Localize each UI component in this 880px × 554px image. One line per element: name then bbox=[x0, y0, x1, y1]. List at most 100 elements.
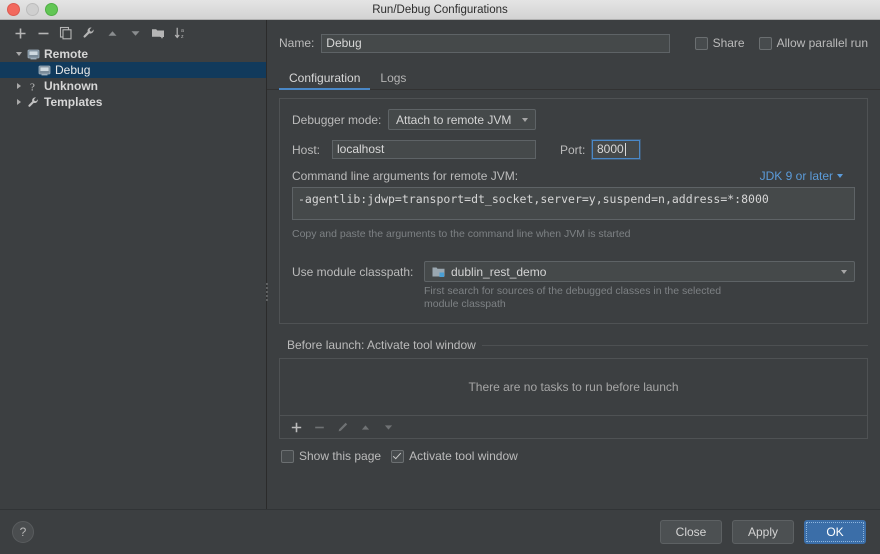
name-input[interactable]: Debug bbox=[321, 33, 670, 53]
panel-splitter-handle[interactable] bbox=[264, 283, 269, 301]
expand-toggle-remote[interactable] bbox=[12, 52, 25, 56]
debugger-mode-dropdown[interactable]: Attach to remote JVM bbox=[388, 109, 536, 130]
tree-item-remote[interactable]: Remote bbox=[0, 46, 266, 62]
remote-jvm-icon bbox=[36, 64, 52, 77]
configuration-panel: Name: Debug Share Allow parallel run Con… bbox=[267, 20, 880, 509]
debugger-mode-value: Attach to remote JVM bbox=[396, 112, 512, 127]
before-launch-options: Show this page Activate tool window bbox=[281, 449, 868, 463]
activate-tool-window-label: Activate tool window bbox=[409, 449, 518, 463]
share-checkbox[interactable]: Share bbox=[694, 36, 745, 50]
svg-text:z: z bbox=[181, 34, 184, 40]
chevron-down-icon bbox=[837, 174, 843, 178]
name-row: Name: Debug Share Allow parallel run bbox=[267, 20, 880, 56]
new-folder-icon[interactable] bbox=[148, 24, 168, 43]
show-this-page-checkbox-box[interactable] bbox=[281, 449, 294, 463]
close-button[interactable]: Close bbox=[660, 520, 722, 544]
tree-item-templates[interactable]: Templates bbox=[0, 94, 266, 110]
svg-text:?: ? bbox=[30, 81, 35, 93]
ok-button[interactable]: OK bbox=[804, 520, 866, 544]
allow-parallel-run-checkbox-box[interactable] bbox=[758, 36, 772, 50]
edit-templates-wrench-icon[interactable] bbox=[79, 24, 99, 43]
chevron-down-icon bbox=[841, 269, 847, 274]
apply-button[interactable]: Apply bbox=[732, 520, 794, 544]
tab-logs[interactable]: Logs bbox=[370, 69, 416, 89]
show-this-page-checkbox[interactable]: Show this page bbox=[281, 449, 381, 463]
before-launch-header[interactable]: Before launch: Activate tool window bbox=[279, 338, 868, 352]
tab-logs-label: Logs bbox=[380, 71, 407, 85]
before-launch-task-list[interactable]: There are no tasks to run before launch bbox=[279, 358, 868, 416]
sort-az-icon[interactable]: a z bbox=[171, 24, 191, 43]
ok-button-label: OK bbox=[826, 525, 844, 539]
command-line-arguments-textarea[interactable]: -agentlib:jdwp=transport=dt_socket,serve… bbox=[292, 187, 855, 220]
command-line-hint: Copy and paste the arguments to the comm… bbox=[292, 228, 631, 240]
command-line-arguments-label: Command line arguments for remote JVM: bbox=[292, 169, 519, 183]
task-move-down-arrow-icon[interactable] bbox=[378, 418, 398, 437]
dialog-footer: ? Close Apply OK bbox=[0, 509, 880, 554]
remove-configuration-button[interactable] bbox=[33, 24, 53, 43]
chevron-down-icon bbox=[522, 117, 528, 122]
text-cursor bbox=[624, 143, 626, 156]
help-button-label: ? bbox=[19, 525, 27, 539]
jdk-version-label: JDK 9 or later bbox=[759, 169, 833, 183]
move-up-arrow-icon[interactable] bbox=[102, 24, 122, 43]
tree-item-label: Templates bbox=[44, 95, 103, 109]
allow-parallel-run-label: Allow parallel run bbox=[776, 36, 868, 50]
share-checkbox-box[interactable] bbox=[694, 36, 708, 50]
configurations-sidebar: a z Remote Debug ? Unknown Templates bbox=[0, 20, 269, 509]
host-input-value: localhost bbox=[337, 142, 385, 156]
before-launch-toolbar bbox=[279, 416, 868, 439]
before-launch-empty-text: There are no tasks to run before launch bbox=[468, 380, 679, 394]
port-input[interactable]: 8000 bbox=[592, 140, 640, 159]
wrench-icon bbox=[25, 96, 41, 109]
module-classpath-row: Use module classpath: dublin_rest_demo bbox=[292, 261, 855, 282]
move-down-arrow-icon[interactable] bbox=[125, 24, 145, 43]
expand-toggle-unknown[interactable] bbox=[12, 83, 25, 89]
tab-configuration-label: Configuration bbox=[289, 71, 361, 85]
question-icon: ? bbox=[25, 80, 41, 93]
activate-tool-window-checkbox[interactable]: Activate tool window bbox=[391, 449, 518, 463]
close-button-label: Close bbox=[675, 525, 707, 539]
configuration-tabs: Configuration Logs bbox=[267, 65, 880, 90]
share-label: Share bbox=[712, 36, 745, 50]
activate-tool-window-checkbox-box[interactable] bbox=[391, 449, 405, 463]
task-move-up-arrow-icon[interactable] bbox=[355, 418, 375, 437]
tab-configuration[interactable]: Configuration bbox=[279, 69, 371, 90]
tree-item-label: Debug bbox=[55, 63, 91, 77]
tree-item-unknown[interactable]: ? Unknown bbox=[0, 78, 266, 94]
port-label: Port: bbox=[560, 142, 586, 157]
name-label: Name: bbox=[279, 36, 315, 50]
module-classpath-dropdown[interactable]: dublin_rest_demo bbox=[424, 261, 855, 282]
add-configuration-button[interactable] bbox=[10, 24, 30, 43]
module-classpath-label: Use module classpath: bbox=[292, 264, 414, 279]
cmd-label-row: Command line arguments for remote JVM: J… bbox=[292, 169, 855, 183]
window-controls bbox=[0, 3, 58, 16]
host-port-row: Host: localhost Port: 8000 bbox=[292, 140, 855, 159]
close-window-button[interactable] bbox=[7, 3, 20, 16]
run-debug-configurations-dialog: Run/Debug Configurations a z Remote Debu… bbox=[0, 0, 880, 554]
tree-item-debug[interactable]: Debug bbox=[0, 62, 266, 78]
apply-button-label: Apply bbox=[747, 525, 779, 539]
copy-configuration-button[interactable] bbox=[56, 24, 76, 43]
minimize-window-button[interactable] bbox=[26, 3, 39, 16]
port-input-value: 8000 bbox=[597, 142, 624, 156]
before-launch-divider bbox=[481, 344, 868, 346]
remote-jvm-icon bbox=[25, 48, 41, 61]
expand-toggle-templates[interactable] bbox=[12, 99, 25, 105]
module-icon bbox=[432, 266, 445, 278]
remove-task-button[interactable] bbox=[309, 418, 329, 437]
host-input[interactable]: localhost bbox=[332, 140, 536, 159]
configurations-tree[interactable]: Remote Debug ? Unknown Templates bbox=[0, 44, 266, 509]
allow-parallel-run-checkbox[interactable]: Allow parallel run bbox=[758, 36, 868, 50]
module-classpath-value: dublin_rest_demo bbox=[451, 264, 547, 279]
tree-item-label: Remote bbox=[44, 47, 89, 61]
add-task-button[interactable] bbox=[286, 418, 306, 437]
show-this-page-label: Show this page bbox=[299, 449, 382, 463]
help-button[interactable]: ? bbox=[12, 521, 34, 543]
tree-item-label: Unknown bbox=[44, 79, 98, 93]
jdk-version-selector[interactable]: JDK 9 or later bbox=[760, 169, 843, 183]
module-classpath-hint: First search for sources of the debugged… bbox=[424, 285, 855, 311]
before-launch-title: Before launch: Activate tool window bbox=[287, 338, 476, 352]
sidebar-toolbar: a z bbox=[0, 20, 266, 44]
edit-task-pencil-icon[interactable] bbox=[332, 418, 352, 437]
maximize-window-button[interactable] bbox=[45, 3, 58, 16]
